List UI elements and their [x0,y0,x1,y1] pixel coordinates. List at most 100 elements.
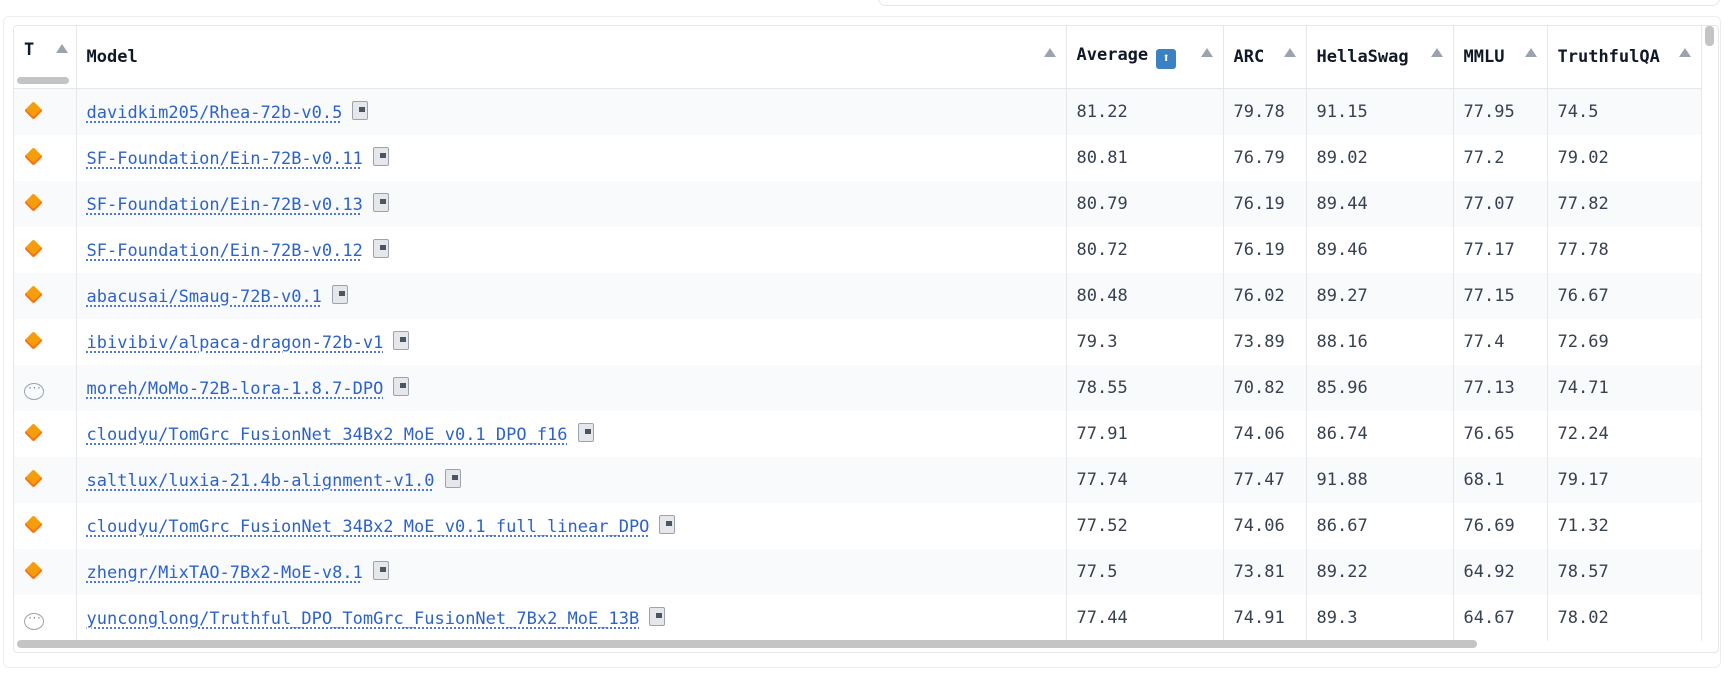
column-header-hellaswag[interactable]: HellaSwag [1306,26,1454,89]
copy-icon[interactable] [352,101,369,120]
sort-arrow-icon[interactable] [55,44,68,53]
column-header-type[interactable]: T [14,26,77,89]
truthfulqa-cell: 77.78 [1547,227,1702,273]
horizontal-scrollbar[interactable] [17,640,1477,648]
mmlu-cell: 68.1 [1453,457,1548,503]
hellaswag-cell: 89.02 [1306,135,1454,181]
column-header-label: TruthfulQA [1557,47,1660,67]
arc-cell: 74.06 [1223,411,1307,457]
model-link[interactable]: SF-Foundation/Ein-72B-v0.11 [87,149,363,169]
vertical-scrollbar[interactable] [1705,26,1714,46]
model-cell: yunconglong/Truthful_DPO_TomGrc_FusionNe… [76,595,1067,641]
table-row: SF-Foundation/Ein-72B-v0.12 80.72 76.19 89.… [14,227,1702,273]
column-header-mmlu[interactable]: MMLU [1453,26,1548,89]
type-cell [14,273,77,319]
copy-icon[interactable] [393,331,410,350]
column-header-label: HellaSwag [1316,47,1409,67]
type-cell [14,227,77,273]
copy-icon[interactable] [649,607,666,626]
model-link[interactable]: zhengr/MixTAO-7Bx2-MoE-v8.1 [87,563,363,583]
model-cell: cloudyu/TomGrc_FusionNet_34Bx2_MoE_v0.1_… [76,503,1067,549]
mmlu-cell: 77.15 [1453,273,1548,319]
type-cell: ··· [14,365,77,411]
table-row: davidkim205/Rhea-72b-v0.5 81.22 79.78 91.15… [14,88,1702,135]
model-link[interactable]: SF-Foundation/Ein-72B-v0.13 [87,195,363,215]
copy-icon[interactable] [372,561,389,580]
sort-arrow-icon[interactable] [1043,48,1056,57]
model-link[interactable]: moreh/MoMo-72B-lora-1.8.7-DPO [87,379,384,399]
hellaswag-cell: 89.3 [1306,595,1454,641]
sort-arrow-icon[interactable] [1524,48,1537,57]
sort-arrow-icon[interactable] [1430,48,1443,57]
copy-icon[interactable] [372,193,389,212]
average-cell: 80.79 [1066,181,1224,227]
copy-icon[interactable] [331,285,348,304]
type-cell [14,457,77,503]
table-row: SF-Foundation/Ein-72B-v0.11 80.81 76.79 89.… [14,135,1702,181]
average-cell: 81.22 [1066,88,1224,135]
truthfulqa-cell: 74.5 [1547,88,1702,135]
mmlu-cell: 76.65 [1453,411,1548,457]
model-cell: cloudyu/TomGrc_FusionNet_34Bx2_MoE_v0.1_… [76,411,1067,457]
table-row: ibivibiv/alpaca-dragon-72b-v1 79.3 73.89 88… [14,319,1702,365]
orange-diamond-icon [24,515,43,534]
model-link[interactable]: davidkim205/Rhea-72b-v0.5 [87,103,343,123]
average-cell: 78.55 [1066,365,1224,411]
sort-arrow-icon[interactable] [1678,48,1691,57]
column-resize-handle[interactable] [17,77,69,84]
model-cell: SF-Foundation/Ein-72B-v0.11 [76,135,1067,181]
model-cell: saltlux/luxia-21.4b-alignment-v1.0 [76,457,1067,503]
truthfulqa-cell: 72.69 [1547,319,1702,365]
column-header-truthfulqa[interactable]: TruthfulQA [1547,26,1702,89]
hellaswag-cell: 85.96 [1306,365,1454,411]
truthfulqa-cell: 76.67 [1547,273,1702,319]
orange-diamond-icon [24,561,43,580]
hellaswag-cell: 89.27 [1306,273,1454,319]
model-link[interactable]: cloudyu/TomGrc_FusionNet_34Bx2_MoE_v0.1_… [87,517,650,537]
hellaswag-cell: 86.74 [1306,411,1454,457]
column-header-average[interactable]: Average ⬆ [1066,26,1224,89]
orange-diamond-icon [24,239,43,258]
model-link[interactable]: cloudyu/TomGrc_FusionNet_34Bx2_MoE_v0.1_… [87,425,568,445]
column-header-model[interactable]: Model [76,26,1067,89]
arc-cell: 76.19 [1223,181,1307,227]
mmlu-cell: 77.17 [1453,227,1548,273]
arc-cell: 76.79 [1223,135,1307,181]
type-cell [14,181,77,227]
leaderboard-table-container[interactable]: T Model Average ⬆ ARC HellaSwag MMLU Tru… [13,25,1719,653]
model-link[interactable]: ibivibiv/alpaca-dragon-72b-v1 [87,333,384,353]
mmlu-cell: 76.69 [1453,503,1548,549]
copy-icon[interactable] [372,239,389,258]
copy-icon[interactable] [372,147,389,166]
model-link[interactable]: saltlux/luxia-21.4b-alignment-v1.0 [87,471,435,491]
arc-cell: 76.02 [1223,273,1307,319]
average-cell: 77.52 [1066,503,1224,549]
hellaswag-cell: 88.16 [1306,319,1454,365]
type-cell [14,411,77,457]
copy-icon[interactable] [577,423,594,442]
model-cell: abacusai/Smaug-72B-v0.1 [76,273,1067,319]
copy-icon[interactable] [659,515,676,534]
model-cell: zhengr/MixTAO-7Bx2-MoE-v8.1 [76,549,1067,595]
model-link[interactable]: abacusai/Smaug-72B-v0.1 [87,287,322,307]
hellaswag-cell: 86.67 [1306,503,1454,549]
table-row: saltlux/luxia-21.4b-alignment-v1.0 77.74 7… [14,457,1702,503]
model-cell: moreh/MoMo-72B-lora-1.8.7-DPO [76,365,1067,411]
model-cell: SF-Foundation/Ein-72B-v0.13 [76,181,1067,227]
mmlu-cell: 77.07 [1453,181,1548,227]
sort-arrow-icon[interactable] [1200,48,1213,57]
arc-cell: 70.82 [1223,365,1307,411]
column-header-arc[interactable]: ARC [1223,26,1307,89]
model-link[interactable]: yunconglong/Truthful_DPO_TomGrc_FusionNe… [87,609,640,629]
orange-diamond-icon [24,193,43,212]
copy-icon[interactable] [444,469,461,488]
truthfulqa-cell: 74.71 [1547,365,1702,411]
arc-cell: 73.81 [1223,549,1307,595]
panel-top-edge [878,0,1720,6]
copy-icon[interactable] [393,377,410,396]
type-cell: ··· [14,595,77,641]
average-cell: 80.81 [1066,135,1224,181]
truthfulqa-cell: 79.17 [1547,457,1702,503]
sort-arrow-icon[interactable] [1283,48,1296,57]
model-link[interactable]: SF-Foundation/Ein-72B-v0.12 [87,241,363,261]
